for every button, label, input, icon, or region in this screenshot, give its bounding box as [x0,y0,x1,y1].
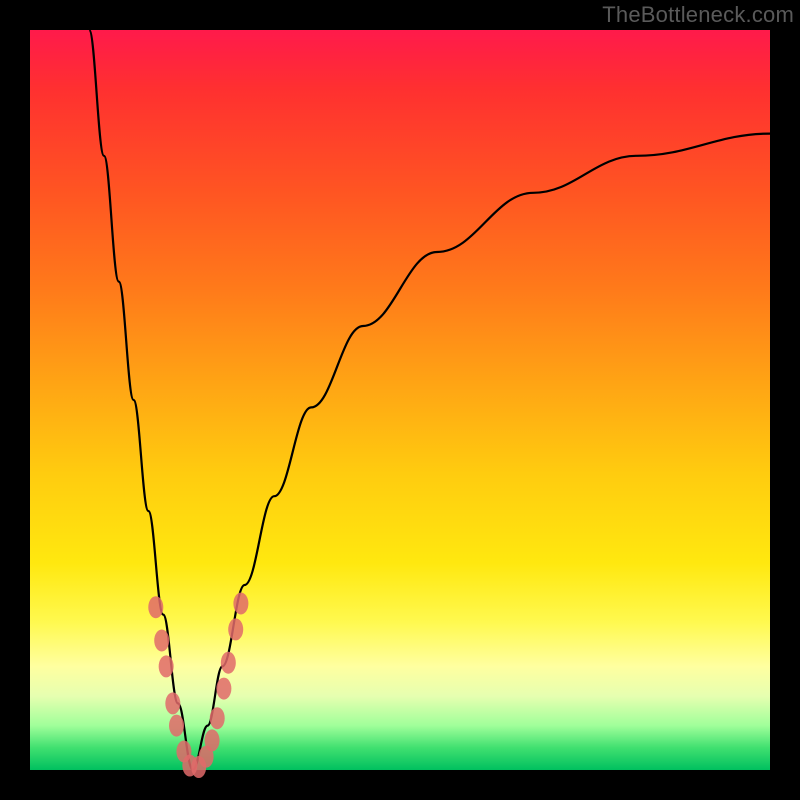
curve-right-branch [193,134,770,770]
data-marker [221,652,236,674]
data-marker [148,596,163,618]
data-marker [210,707,225,729]
data-marker [154,630,169,652]
data-marker [159,655,174,677]
curves-layer [30,30,770,770]
data-marker [228,618,243,640]
data-marker [205,729,220,751]
data-marker [165,692,180,714]
plot-area [30,30,770,770]
chart-frame: TheBottleneck.com [0,0,800,800]
data-marker [169,715,184,737]
data-marker [233,593,248,615]
data-marker [216,678,231,700]
watermark-text: TheBottleneck.com [602,2,794,28]
marker-cluster [148,593,248,779]
curve-left-branch [89,30,193,770]
